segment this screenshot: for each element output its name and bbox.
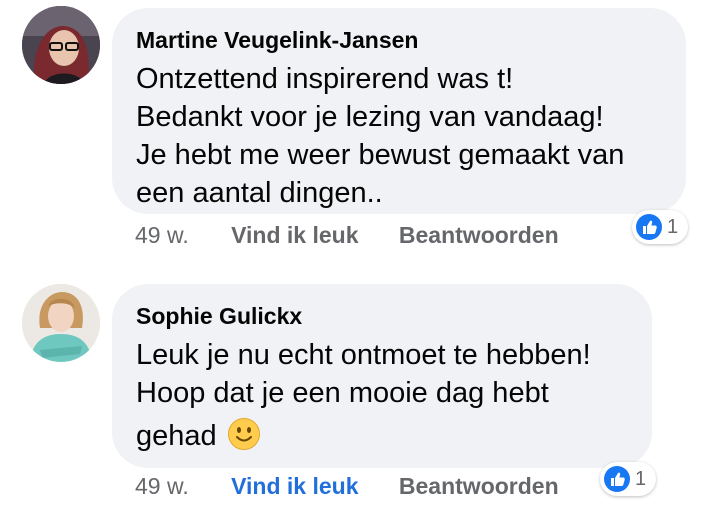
comment-text-line: Bedankt voor je lezing van vandaag!: [136, 101, 604, 133]
comment-actions: 49 w. Vind ik leuk Beantwoorden: [135, 222, 559, 249]
comment-timestamp[interactable]: 49 w.: [135, 222, 189, 249]
like-button[interactable]: Vind ik leuk: [231, 473, 358, 500]
comment-text-fragment: gehad: [136, 420, 217, 452]
comment-bubble: Martine Veugelink-Jansen Ontzettend insp…: [112, 8, 686, 214]
comment-text-line: Leuk je nu echt ontmoet te hebben!: [136, 339, 591, 371]
reply-button[interactable]: Beantwoorden: [399, 473, 559, 500]
comment-text: Ontzettend inspirerend was t! Bedankt vo…: [136, 60, 662, 212]
avatar[interactable]: [22, 284, 100, 362]
slightly-smiling-face-icon: [227, 418, 260, 450]
thumbs-up-icon: [636, 214, 662, 240]
comment-text-line: gehad: [136, 412, 628, 460]
comment: Sophie Gulickx Leuk je nu echt ontmoet t…: [0, 276, 720, 505]
comment-author[interactable]: Martine Veugelink-Jansen: [136, 26, 662, 54]
comment-text: Leuk je nu echt ontmoet te hebben! Hoop …: [136, 336, 628, 460]
reply-button[interactable]: Beantwoorden: [399, 222, 559, 249]
thumbs-up-icon: [604, 466, 630, 492]
comment-actions: 49 w. Vind ik leuk Beantwoorden: [135, 473, 559, 500]
like-button[interactable]: Vind ik leuk: [231, 222, 358, 249]
comment-bubble: Sophie Gulickx Leuk je nu echt ontmoet t…: [112, 284, 652, 468]
comment: Martine Veugelink-Jansen Ontzettend insp…: [0, 0, 720, 260]
comment-text-line: een aantal dingen..: [136, 177, 383, 209]
reaction-summary[interactable]: 1: [600, 462, 656, 496]
comment-text-line: Je hebt me weer bewust gemaakt van: [136, 139, 625, 171]
avatar[interactable]: [22, 6, 100, 84]
comment-text-line: Ontzettend inspirerend was t!: [136, 63, 514, 95]
comment-author[interactable]: Sophie Gulickx: [136, 302, 628, 330]
comment-text-line: Hoop dat je een mooie dag hebt: [136, 377, 549, 409]
reaction-count: 1: [635, 467, 647, 490]
comment-timestamp[interactable]: 49 w.: [135, 473, 189, 500]
reaction-summary[interactable]: 1: [632, 210, 688, 244]
reaction-count: 1: [667, 215, 679, 238]
